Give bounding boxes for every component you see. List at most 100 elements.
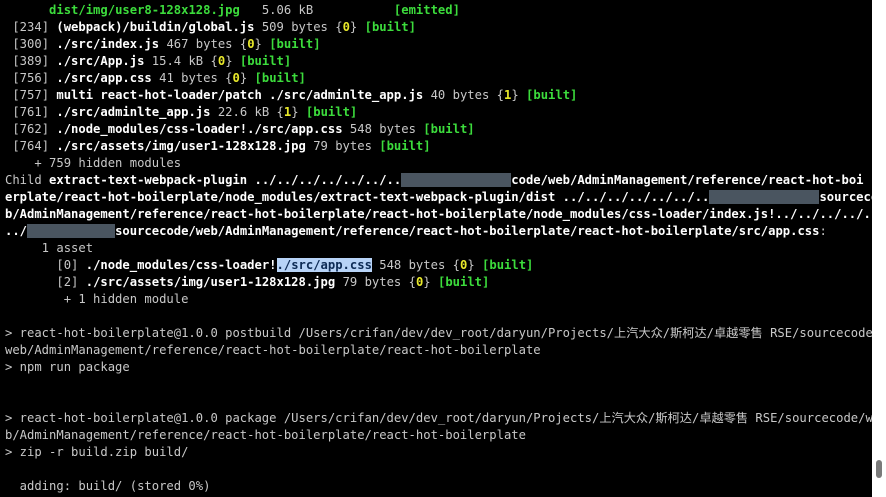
module-name: ./src/app.css <box>56 71 152 85</box>
module-id: [757] <box>12 88 50 102</box>
output-line: > react-hot-boilerplate@1.0.0 package /U… <box>5 411 872 425</box>
output-line: erplate/react-hot-boilerplate/node_modul… <box>5 189 872 206</box>
output-line: + 1 hidden module <box>5 292 189 306</box>
child-path: code/web/AdminManagement/reference/react… <box>511 173 864 187</box>
output-line: [756] ./src/app.css 41 bytes {0} [built] <box>5 70 306 87</box>
chunk-open: { <box>452 258 460 272</box>
module-size: 41 bytes <box>159 71 218 85</box>
chunk-open: { <box>496 88 504 102</box>
built-status: [built] <box>526 88 578 102</box>
module-id: [764] <box>12 139 50 153</box>
redacted-block <box>27 224 116 238</box>
asset-file: dist/img/user8-128x128.jpg <box>49 3 240 17</box>
scrollbar[interactable] <box>872 0 886 497</box>
module-size: 467 bytes <box>166 37 233 51</box>
output-line: [757] multi react-hot-loader/patch ./src… <box>5 87 577 104</box>
child-label: Child <box>5 173 50 187</box>
chunk-open: { <box>408 275 416 289</box>
child-path: ../ <box>5 224 28 238</box>
module-id: [761] <box>12 105 50 119</box>
module-size: 40 bytes <box>430 88 490 102</box>
module-size: 15.4 kB <box>151 54 204 68</box>
chunk-open: { <box>335 20 343 34</box>
module-name: ./src/adminlte_app.js <box>56 105 211 119</box>
output-line: 1 asset <box>5 241 94 255</box>
chunk-open: { <box>276 105 284 119</box>
output-line: [0] ./node_modules/css-loader!./src/app.… <box>5 257 533 274</box>
child-path: sourcecode/web/AdminManagement/reference… <box>115 224 820 238</box>
chunk-open: { <box>210 54 218 68</box>
built-status: [built] <box>437 275 490 289</box>
chunk-close: } <box>239 71 248 85</box>
module-name: ./src/assets/img/user1-128x128.jpg <box>85 275 336 289</box>
child-path: erplate/react-hot-boilerplate/node_modul… <box>5 190 710 204</box>
built-status: [built] <box>269 37 321 51</box>
module-size: 79 bytes <box>313 139 372 153</box>
output-line: b/AdminManagement/reference/react-hot-bo… <box>5 206 872 223</box>
chunk-close: } <box>225 54 233 68</box>
module-size: 79 bytes <box>342 275 402 289</box>
redacted-block <box>401 173 512 187</box>
built-status: [built] <box>482 258 534 272</box>
module-name: ./src/index.js <box>56 37 160 51</box>
output-line: > react-hot-boilerplate@1.0.0 postbuild … <box>5 326 872 340</box>
child-path: sourcecode/we <box>819 190 872 204</box>
built-status: [built] <box>423 122 475 136</box>
module-name: ./src/App.js <box>56 54 145 68</box>
module-id: [0] <box>56 258 79 272</box>
chunk-close: } <box>511 88 519 102</box>
module-size: 548 bytes <box>379 258 446 272</box>
chunk-close: } <box>291 105 299 119</box>
module-id: [389] <box>12 54 50 68</box>
module-name: ./node_modules/css-loader! <box>85 258 277 272</box>
terminal-window[interactable]: dist/img/user8-128x128.jpg 5.06 kB [emit… <box>0 0 872 497</box>
child-path: : <box>819 224 827 238</box>
selected-text[interactable]: ./src/app.css <box>276 258 372 272</box>
module-id: [234] <box>12 20 50 34</box>
module-name: ./src/assets/img/user1-128x128.jpg <box>56 139 306 153</box>
built-status: [built] <box>379 139 431 153</box>
built-status: [built] <box>254 71 306 85</box>
output-line: b/AdminManagement/reference/react-hot-bo… <box>5 428 526 442</box>
output-line: web/AdminManagement/reference/react-hot-… <box>5 343 541 357</box>
output-line: [300] ./src/index.js 467 bytes {0} [buil… <box>5 36 321 53</box>
asset-size: 5.06 kB <box>239 3 314 17</box>
chunk-open: { <box>225 71 233 85</box>
module-id: [300] <box>12 37 50 51</box>
chunk-id: 0 <box>247 37 255 51</box>
child-path: b/AdminManagement/reference/react-hot-bo… <box>5 207 872 221</box>
built-status: [built] <box>239 54 292 68</box>
chunk-close: } <box>423 275 431 289</box>
module-id: [2] <box>56 275 79 289</box>
emitted-status: [emitted] <box>393 3 460 17</box>
output-line: [389] ./src/App.js 15.4 kB {0} [built] <box>5 53 291 70</box>
module-size: 548 bytes <box>349 122 416 136</box>
chunk-id: 0 <box>342 20 350 34</box>
redacted-block <box>709 190 820 204</box>
module-id: [756] <box>12 71 50 85</box>
scrollbar-thumb[interactable] <box>876 460 882 478</box>
module-name: multi react-hot-loader/patch ./src/admin… <box>56 88 424 102</box>
module-size: 509 bytes <box>261 20 328 34</box>
chunk-close: } <box>254 37 262 51</box>
output-line: [764] ./src/assets/img/user1-128x128.jpg… <box>5 138 431 155</box>
chunk-id: 0 <box>232 71 240 85</box>
chunk-close: } <box>467 258 475 272</box>
output-line: dist/img/user8-128x128.jpg 5.06 kB [emit… <box>5 2 460 19</box>
output-line: ../ sourcecode/web/AdminManagement/refer… <box>5 223 827 240</box>
chunk-close: } <box>349 20 358 34</box>
output-line: [2] ./src/assets/img/user1-128x128.jpg 7… <box>5 274 489 291</box>
output-line: adding: build/ (stored 0%) <box>5 479 211 493</box>
output-line: > npm run package <box>5 360 130 374</box>
module-id: [762] <box>12 122 50 136</box>
module-size: 22.6 kB <box>217 105 270 119</box>
built-status: [built] <box>305 105 358 119</box>
output-line: + 759 hidden modules <box>5 156 182 170</box>
output-line: > zip -r build.zip build/ <box>5 445 189 459</box>
output-line: Child extract-text-webpack-plugin ../../… <box>5 172 864 189</box>
module-name: (webpack)/buildin/global.js <box>56 20 255 34</box>
module-name: ./node_modules/css-loader!./src/app.css <box>56 122 343 136</box>
child-path: extract-text-webpack-plugin ../../../../… <box>49 173 402 187</box>
output-line: [761] ./src/adminlte_app.js 22.6 kB {1} … <box>5 104 357 121</box>
output-line: [234] (webpack)/buildin/global.js 509 by… <box>5 19 416 36</box>
